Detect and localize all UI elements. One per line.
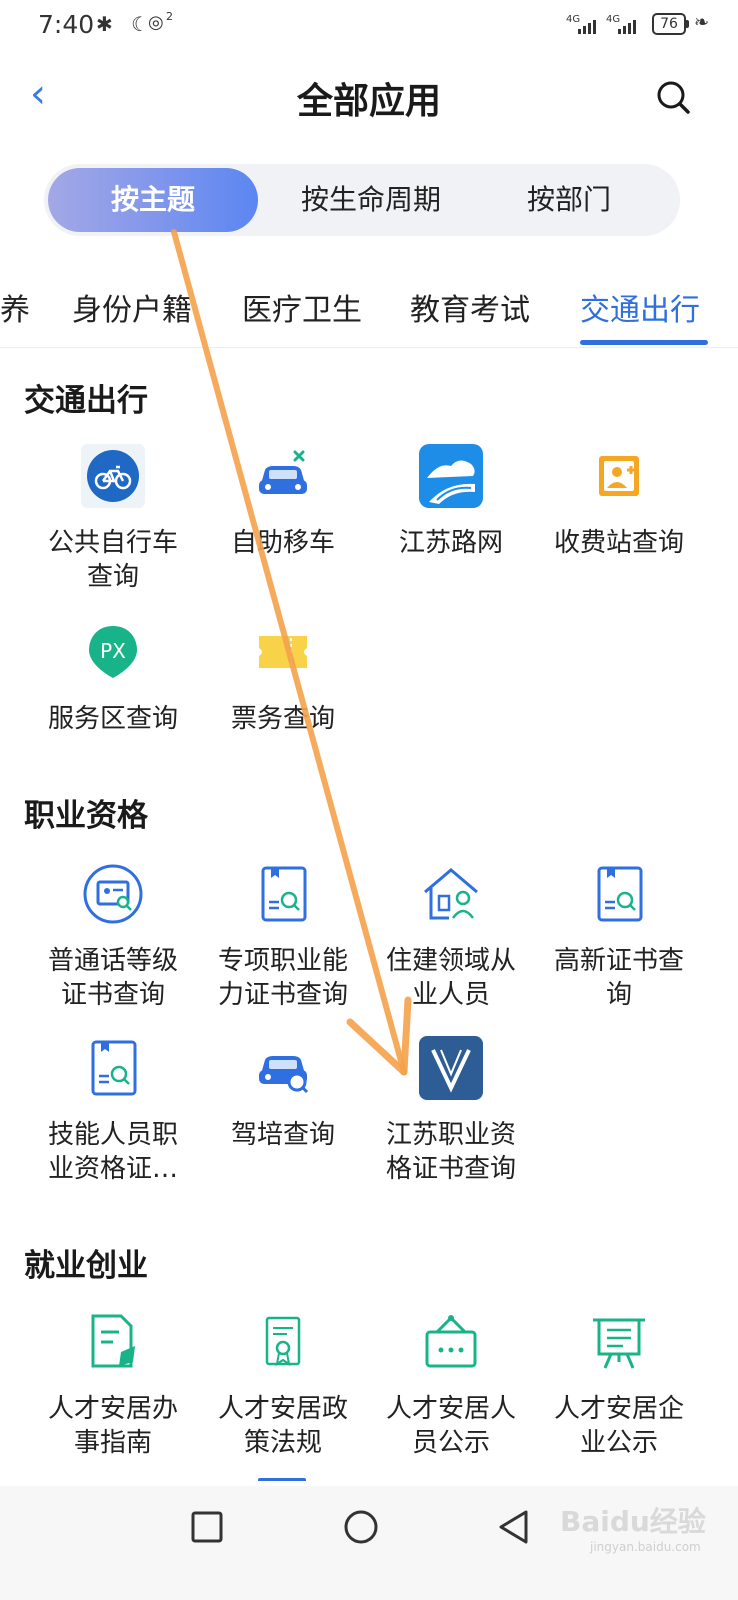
certificate-book-icon <box>261 866 307 922</box>
app-tile-talent-housing-person-notice[interactable]: 人才安居人 员公示 <box>366 1306 536 1466</box>
search-button[interactable] <box>654 78 694 118</box>
segment-by-theme[interactable]: 按主题 <box>48 168 258 232</box>
category-active-indicator <box>580 340 708 345</box>
award-document-icon <box>265 1316 301 1367</box>
app-label: 自助移车 <box>230 528 335 558</box>
app-label: 江苏路网 <box>398 528 503 558</box>
circle-home-icon[interactable] <box>343 1509 379 1545</box>
v-logo-icon <box>419 1036 483 1100</box>
app-tile-service-area[interactable]: PX 服务区查询 <box>28 616 198 746</box>
document-edit-icon <box>91 1314 135 1368</box>
app-tile-toll-station[interactable]: 收费站查询 <box>534 440 704 600</box>
baidu-watermark-url: jingyan.baidu.com <box>590 1540 701 1554</box>
service-area-icon: PX <box>89 626 137 678</box>
bicycle-icon <box>81 444 145 508</box>
app-tile-self-move-car[interactable]: 自助移车 <box>198 440 368 600</box>
app-label: 人才安居办 事指南 <box>47 1394 178 1458</box>
app-tile-talent-housing-company-notice[interactable]: 人才安居企 业公示 <box>534 1306 704 1466</box>
car-search-icon <box>259 1056 309 1094</box>
category-tab-medical[interactable]: 医疗卫生 <box>242 285 362 329</box>
notice-board-icon <box>425 1315 477 1368</box>
hotspot-icon: ◎ <box>148 12 164 33</box>
page-title: 全部应用 <box>296 81 441 122</box>
bluetooth-moon-icons: ✱ ☾ <box>96 12 156 36</box>
app-label: 服务区查询 <box>47 704 178 734</box>
app-label: 驾培查询 <box>230 1120 335 1150</box>
app-label: 收费站查询 <box>553 528 684 558</box>
ticket-icon <box>259 636 307 668</box>
triangle-back-icon[interactable] <box>496 1508 532 1546</box>
road-network-icon <box>419 444 483 508</box>
certificate-book-icon <box>597 866 643 922</box>
app-label: 技能人员职 业资格证… <box>47 1120 178 1184</box>
search-icon <box>657 81 690 114</box>
car-icon <box>259 450 307 494</box>
app-label: 人才安居政 策法规 <box>217 1394 348 1458</box>
app-tile-talent-housing-policy[interactable]: 人才安居政 策法规 <box>198 1306 368 1466</box>
app-tile-skilled-worker-cert[interactable]: 技能人员职 业资格证… <box>28 1032 198 1192</box>
category-tab-transport[interactable]: 交通出行 <box>580 285 700 329</box>
app-tile-driving-training[interactable]: 驾培查询 <box>198 1032 368 1162</box>
battery-icon: 76 <box>652 13 686 35</box>
toll-station-icon <box>599 456 639 496</box>
app-label: 住建领域从 业人员 <box>385 946 516 1010</box>
certificate-book-icon <box>91 1040 137 1096</box>
app-label: 人才安居企 业公示 <box>553 1394 684 1458</box>
signal-bars-1-icon <box>578 18 596 34</box>
app-label: 公共自行车 查询 <box>47 528 178 592</box>
section-title-employment: 就业创业 <box>24 1248 148 1284</box>
status-time: 7:40 <box>38 10 95 39</box>
battery-tip <box>686 20 689 28</box>
category-tab-education[interactable]: 教育考试 <box>410 285 530 329</box>
app-tile-ticket[interactable]: 票务查询 <box>198 616 368 746</box>
app-label: 专项职业能 力证书查询 <box>217 946 348 1010</box>
app-tile-jiangsu-road-network[interactable]: 江苏路网 <box>366 440 536 600</box>
app-tile-talent-housing-guide[interactable]: 人才安居办 事指南 <box>28 1306 198 1466</box>
app-label: 江苏职业资 格证书查询 <box>385 1120 516 1184</box>
app-tile-special-skill-cert[interactable]: 专项职业能 力证书查询 <box>198 858 368 1018</box>
svg-text:PX: PX <box>100 639 126 663</box>
app-label: 普通话等级 证书查询 <box>47 946 178 1010</box>
category-tab-yang[interactable]: 养 <box>0 285 30 329</box>
segment-by-lifecycle[interactable]: 按生命周期 <box>266 164 476 236</box>
section-title-qualification: 职业资格 <box>24 798 148 834</box>
category-tab-identity[interactable]: 身份户籍 <box>72 285 192 329</box>
square-recent-icon[interactable] <box>190 1510 224 1544</box>
app-tile-mandarin-cert[interactable]: 普通话等级 证书查询 <box>28 858 198 1018</box>
house-person-icon <box>424 868 478 920</box>
segmented-control: 按主题 按生命周期 按部门 <box>44 164 680 236</box>
section-title-transport: 交通出行 <box>24 383 148 419</box>
status-bar: 7:40 ✱ ☾ ◎ 2 4G 4G 76 ❧ <box>0 0 738 52</box>
power-saving-icon: ❧ <box>694 12 710 33</box>
hotspot-count: 2 <box>166 10 173 23</box>
app-tile-jiangsu-vocational-cert[interactable]: 江苏职业资 格证书查询 <box>366 1032 536 1192</box>
app-label: 高新证书查 询 <box>553 946 684 1010</box>
segment-by-department[interactable]: 按部门 <box>464 164 674 236</box>
id-card-search-icon <box>83 864 143 924</box>
app-tile-bicycle[interactable]: 公共自行车 查询 <box>28 440 198 600</box>
app-label: 票务查询 <box>230 704 335 734</box>
divider <box>0 347 738 348</box>
app-label: 人才安居人 员公示 <box>385 1394 516 1458</box>
easel-board-icon <box>593 1318 645 1369</box>
app-tile-housing-construction[interactable]: 住建领域从 业人员 <box>366 858 536 1018</box>
baidu-watermark: Baidu经验 <box>560 1505 706 1538</box>
app-tile-high-tech-cert[interactable]: 高新证书查 询 <box>534 858 704 1018</box>
signal-bars-2-icon <box>618 18 636 34</box>
